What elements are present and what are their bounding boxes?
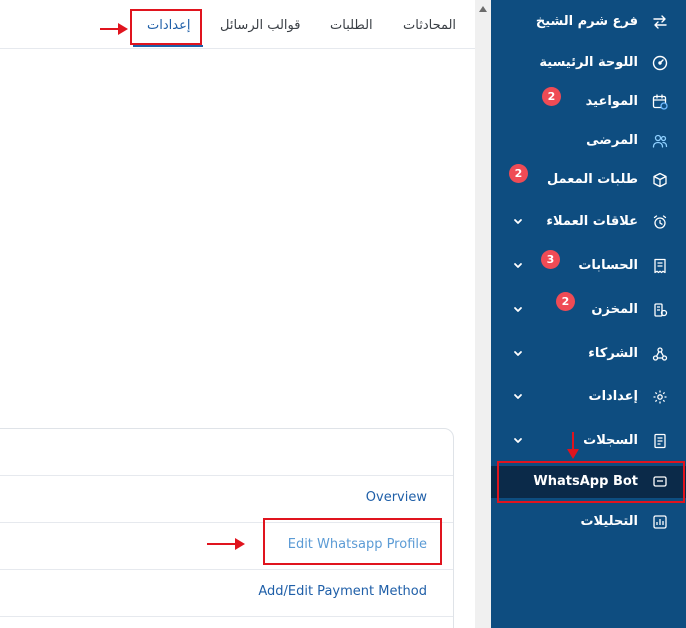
active-tab-indicator: [133, 45, 203, 47]
users-icon: [652, 133, 668, 149]
sidebar-item-label: المرضى: [586, 133, 638, 148]
partners-network-icon: [652, 346, 668, 362]
sidebar-item-accounts[interactable]: الحسابات 3: [491, 250, 686, 282]
warehouse-icon: [652, 302, 668, 318]
lab-orders-badge: 2: [509, 164, 528, 183]
sidebar-item-patients[interactable]: المرضى: [491, 125, 686, 157]
analytics-icon: [652, 514, 668, 530]
panel-divider: [0, 569, 453, 570]
chevron-down-icon: [513, 261, 522, 269]
main-content: المحادثات الطلبات قوالب الرسائل إعدادات …: [0, 0, 475, 628]
sidebar-item-warehouse[interactable]: المخزن 2: [491, 292, 686, 326]
scroll-up-arrow-icon[interactable]: [479, 6, 487, 12]
sidebar-item-partners[interactable]: الشركاء: [491, 338, 686, 370]
sidebar-item-label: الحسابات: [578, 258, 638, 273]
chevron-down-icon: [513, 217, 522, 225]
chevron-down-icon: [513, 349, 522, 357]
sidebar-item-analytics[interactable]: التحليلات: [491, 506, 686, 538]
panel-divider: [0, 522, 453, 523]
sidebar-item-label: الشركاء: [588, 346, 638, 361]
sidebar-item-label: طلبات المعمل: [546, 172, 638, 187]
sidebar-item-logs[interactable]: السجلات: [491, 425, 686, 457]
sidebar-item-label: علاقات العملاء: [546, 214, 638, 229]
dashboard-gauge-icon: [652, 55, 668, 71]
annotation-arrow-edit-profile: [207, 538, 245, 550]
panel-divider: [0, 616, 453, 617]
overview-link[interactable]: Overview: [366, 490, 427, 505]
accounts-badge: 3: [541, 250, 560, 269]
annotation-arrow-whatsapp-bot: [567, 432, 579, 460]
sidebar-item-customer-relations[interactable]: علاقات العملاء: [491, 206, 686, 238]
gear-icon: [652, 389, 668, 405]
alarm-clock-icon: [652, 214, 668, 230]
sidebar-item-label: اللوحة الرئيسية: [539, 55, 638, 70]
chevron-down-icon: [513, 436, 522, 444]
sidebar-item-label: إعدادات: [588, 389, 639, 404]
payment-method-link[interactable]: Add/Edit Payment Method: [258, 584, 427, 599]
annotation-arrow-settings-tab: [100, 23, 128, 35]
panel-divider: [0, 475, 453, 476]
tab-message-templates[interactable]: قوالب الرسائل: [220, 0, 300, 48]
appointments-badge: 2: [542, 87, 561, 106]
calendar-clock-icon: [652, 94, 668, 110]
tab-settings[interactable]: إعدادات: [147, 0, 190, 48]
warehouse-badge: 2: [556, 292, 575, 311]
chevron-down-icon: [513, 392, 522, 400]
sidebar: فرع شرم الشيخ اللوحة الرئيسية المواعيد 2…: [491, 0, 686, 628]
sidebar-item-branch[interactable]: فرع شرم الشيخ: [491, 6, 686, 38]
chat-bubble-icon: [652, 474, 668, 490]
sidebar-item-whatsapp-bot[interactable]: WhatsApp Bot: [491, 466, 686, 498]
edit-whatsapp-profile-link[interactable]: Edit Whatsapp Profile: [288, 537, 427, 552]
sidebar-item-label: التحليلات: [580, 514, 638, 529]
sidebar-item-appointments[interactable]: المواعيد 2: [491, 86, 686, 118]
sidebar-item-label: السجلات: [583, 433, 638, 448]
sidebar-item-lab-orders[interactable]: طلبات المعمل 2: [491, 164, 686, 196]
sidebar-item-label: WhatsApp Bot: [533, 474, 638, 489]
sidebar-item-label: فرع شرم الشيخ: [535, 14, 638, 29]
tab-bar: المحادثات الطلبات قوالب الرسائل إعدادات: [0, 0, 475, 49]
sidebar-item-label: المخزن: [591, 302, 638, 317]
sidebar-item-dashboard[interactable]: اللوحة الرئيسية: [491, 47, 686, 79]
sidebar-item-settings[interactable]: إعدادات: [491, 381, 686, 413]
receipt-icon: [652, 258, 668, 274]
sidebar-item-label: المواعيد: [585, 94, 638, 109]
scrollbar-track[interactable]: [475, 0, 491, 628]
tab-conversations[interactable]: المحادثات: [403, 0, 456, 48]
tab-orders[interactable]: الطلبات: [330, 0, 373, 48]
chevron-down-icon: [513, 305, 522, 313]
logs-icon: [652, 433, 668, 449]
box-icon: [652, 172, 668, 188]
swap-arrows-icon: [652, 14, 668, 30]
